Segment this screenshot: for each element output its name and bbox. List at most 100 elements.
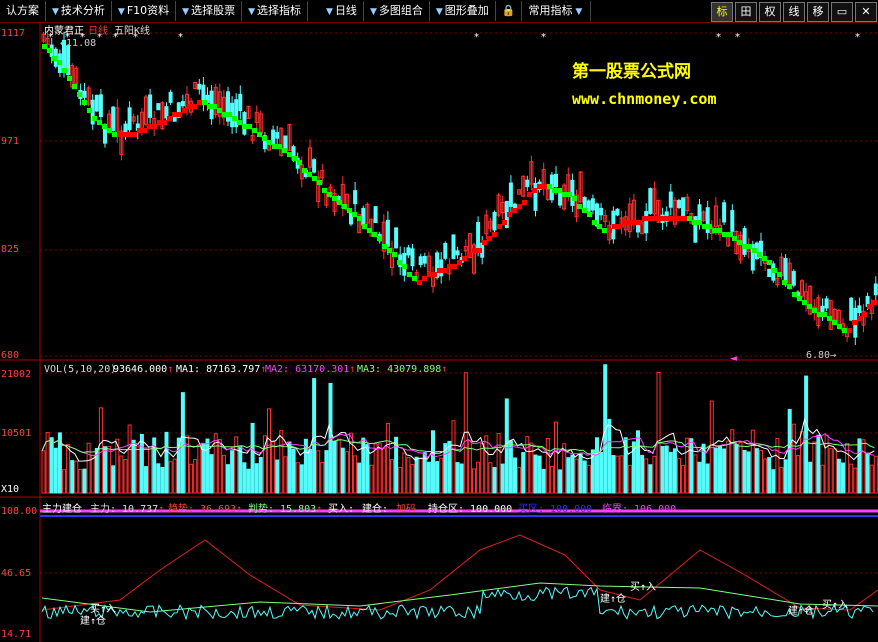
volume-bar (373, 443, 378, 494)
volume-bar (611, 454, 616, 494)
chart-area[interactable]: * * * * * * * * * * * *◄ (0, 22, 878, 642)
signal-star: * (735, 32, 740, 43)
volume-bar (98, 407, 103, 494)
volume-bar (681, 464, 686, 494)
trend-step (447, 264, 452, 269)
toolbar-select-indicator[interactable]: ▼ 选择指标 (242, 1, 309, 21)
volume-bar (160, 466, 165, 494)
candle-body (418, 256, 423, 266)
volume-bar (103, 446, 107, 494)
trend-step (737, 240, 742, 245)
volume-bar (344, 451, 349, 494)
volume-bar (70, 460, 75, 494)
volume-bar (78, 469, 83, 494)
volume-bar (730, 429, 735, 494)
volume-bar (472, 468, 476, 494)
candle-body (533, 182, 538, 211)
rights-button[interactable]: 权 (759, 2, 781, 22)
trend-step (342, 204, 347, 209)
judge-curve (41, 582, 878, 613)
minimize-icon[interactable]: ▭ (831, 2, 853, 22)
toolbar-period[interactable]: ▼ 日线 (308, 1, 364, 21)
build-signal-label: 建↑仓 (80, 616, 107, 627)
move-button[interactable]: 移 (807, 2, 829, 22)
lock-icon[interactable]: 🔒 (496, 1, 523, 21)
mark-button[interactable]: 标 (711, 2, 733, 22)
candle-body (820, 305, 825, 314)
trend-step (262, 136, 267, 141)
candle-body (439, 259, 444, 277)
trend-step (512, 208, 517, 213)
volume-bar (172, 458, 177, 494)
toolbar-tech-analysis[interactable]: ▼ 技术分析 (46, 1, 112, 21)
volume-bar (127, 424, 132, 494)
toolbar-overlay[interactable]: ▼ 图形叠加 (430, 1, 496, 21)
trend-step (207, 104, 212, 109)
trend-step (812, 308, 817, 313)
volume-bar (275, 459, 280, 494)
toolbar-scheme[interactable]: 认方案 (0, 1, 46, 21)
candle-body (554, 173, 558, 187)
trend-step (117, 132, 122, 137)
volume-bar (832, 448, 837, 494)
trend-step (562, 192, 567, 197)
trend-step (437, 268, 442, 273)
trend-step (147, 124, 152, 129)
volume-bar (271, 441, 276, 494)
volume-bar (295, 462, 300, 494)
candle-body (197, 83, 202, 90)
grid-button[interactable]: 田 (735, 2, 757, 22)
trend-step (282, 148, 287, 153)
trend-step (97, 120, 102, 125)
candle-body (455, 250, 460, 256)
trend-step (422, 276, 427, 281)
candle-body (127, 107, 132, 131)
ind-zhuli: 主力: 10.737↑ (90, 504, 165, 515)
volume-bar (148, 446, 153, 494)
volume-bar (549, 465, 554, 494)
volume-bar (763, 458, 768, 494)
trend-step (452, 264, 457, 269)
close-icon[interactable]: ✕ (855, 2, 877, 22)
volume-bar (410, 464, 415, 494)
trend-step (717, 228, 722, 233)
line-button[interactable]: 线 (783, 2, 805, 22)
trend-step (412, 276, 417, 281)
ind-jiama: 加码 (396, 504, 416, 515)
volume-bar (135, 446, 140, 494)
candle-body (492, 211, 497, 231)
trend-step (657, 216, 662, 221)
volume-bar (791, 423, 796, 494)
volume-bar (377, 443, 382, 494)
volume-bar (672, 448, 677, 494)
buy-signal-label: 买↑入 (630, 582, 657, 593)
candle-body (824, 298, 829, 309)
candle-body (849, 297, 854, 321)
trend-step (252, 128, 257, 133)
volume-bar (74, 460, 79, 494)
trend-step (807, 304, 812, 309)
toolbar-f10[interactable]: ▼ F10资料 (112, 1, 177, 21)
ind-axis-label: 108.00 (1, 506, 38, 517)
volume-bar (320, 461, 325, 494)
candle-body (615, 208, 620, 216)
volume-bar (144, 466, 148, 494)
volume-bar (431, 430, 435, 494)
volume-bar (435, 461, 440, 494)
volume-bar (283, 456, 288, 494)
candle-body (180, 101, 185, 107)
buy-signal-label: 买↑入 (822, 600, 849, 611)
volume-bar (595, 437, 599, 494)
volume-bar (361, 437, 366, 494)
toolbar-common-indicator[interactable]: 常用指标 ▼ (522, 1, 592, 21)
dropdown-icon: ▼ (182, 7, 190, 17)
volume-bar (439, 457, 444, 494)
top-toolbar: 认方案 ▼ 技术分析 ▼ F10资料 ▼ 选择股票 ▼ 选择指标 ▼ 日线 ▼ 多图组合 ▼… (0, 0, 878, 23)
trend-step (347, 208, 352, 213)
toolbar-select-stock[interactable]: ▼ 选择股票 (176, 1, 243, 21)
candle-body (677, 200, 681, 209)
toolbar-multi-chart[interactable]: ▼ 多图组合 (364, 1, 430, 21)
trend-step (72, 84, 77, 89)
trend-step (572, 196, 577, 201)
candle-body (873, 283, 878, 296)
